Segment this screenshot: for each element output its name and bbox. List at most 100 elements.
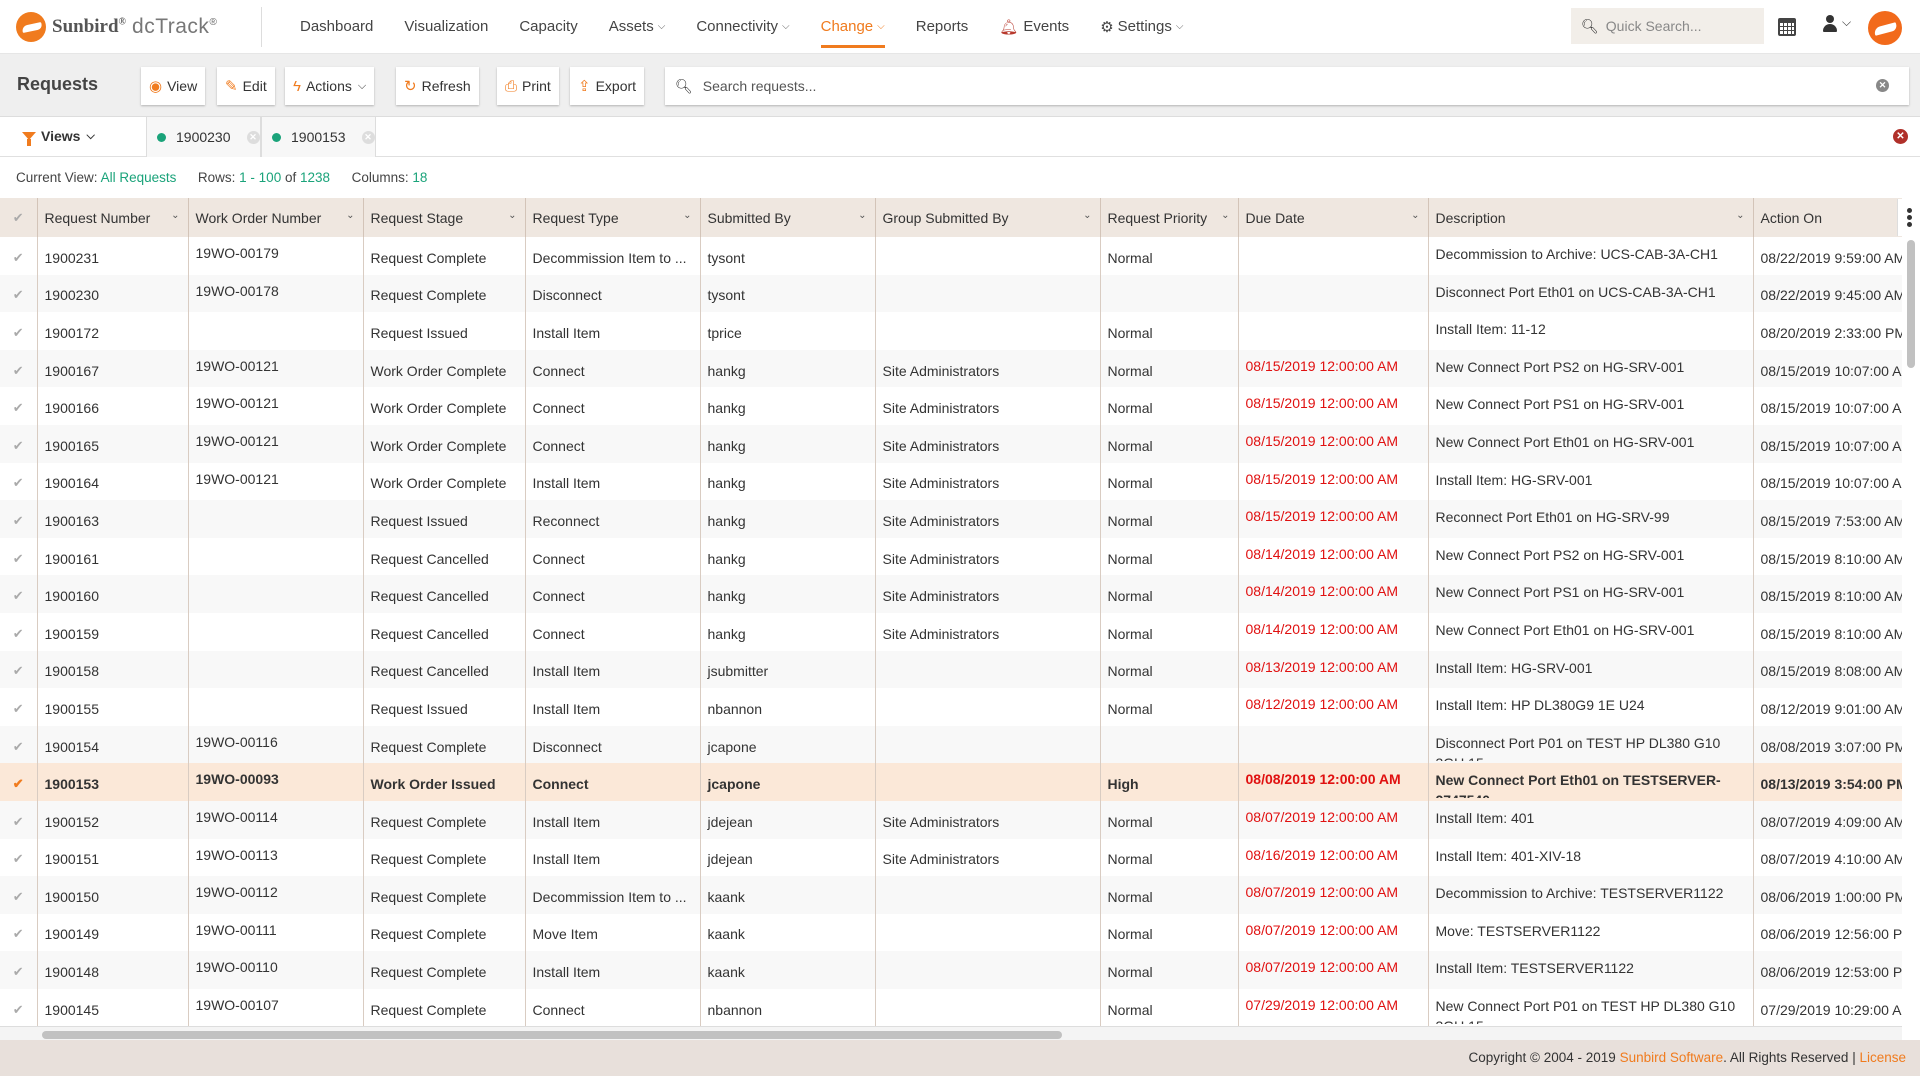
clear-search-icon[interactable]: ✕ [1876,79,1889,92]
table-row[interactable]: ✔ 1900166 19WO-00121 Work Order Complete Con… [0,387,1902,425]
table-row[interactable]: ✔ 1900163 Request Issued Reconnect hankg Site… [0,500,1902,538]
column-menu-chevron-icon[interactable]: ⌄ [1221,210,1229,221]
table-row[interactable]: ✔ 1900150 19WO-00112 Request Complete Decomm… [0,876,1902,914]
company-link[interactable]: Sunbird Software [1620,1050,1724,1065]
row-checkbox[interactable]: ✔ [0,274,38,313]
column-header-work-order-number[interactable]: Work Order Number ⌄ [188,198,364,237]
refresh-button[interactable]: ↻ Refresh [396,67,479,105]
table-row[interactable]: ✔ 1900231 19WO-00179 Request Complete Decomm… [0,237,1902,275]
column-header-submitted-by[interactable]: Submitted By ⌄ [700,198,876,237]
row-checkbox[interactable]: ✔ [0,650,38,689]
row-checkbox[interactable]: ✔ [0,500,38,538]
export-button[interactable]: ⇪ Export [570,67,645,105]
column-header-due-date[interactable]: Due Date ⌄ [1238,198,1429,237]
column-header-description[interactable]: Description ⌄ [1428,198,1754,237]
vertical-scrollbar[interactable] [1907,240,1915,368]
close-tab-icon[interactable]: ✕ [361,130,375,144]
nav-item-reports[interactable]: Reports [916,0,969,53]
column-menu-chevron-icon[interactable]: ⌄ [1411,210,1419,221]
column-header-request-type[interactable]: Request Type ⌄ [525,198,701,237]
column-menu-chevron-icon[interactable]: ⌄ [858,210,866,221]
quick-search[interactable]: 🔍︎ [1571,8,1764,44]
user-menu-chevron-down-icon[interactable]: ⌵ [1842,15,1851,30]
table-row[interactable]: ✔ 1900152 19WO-00114 Request Complete Instal… [0,800,1902,839]
row-checkbox[interactable]: ✔ [0,575,38,613]
column-menu-chevron-icon[interactable]: ⌄ [683,210,691,221]
nav-item-events[interactable]: 🔔︎ Events [999,0,1069,53]
open-tab[interactable]: 1900153 ✕ [261,117,376,157]
table-row[interactable]: ✔ 1900155 Request Issued Install Item nbanno… [0,688,1902,726]
table-row[interactable]: ✔ 1900159 Request Cancelled Connect hankg Sit… [0,612,1902,651]
column-menu-chevron-icon[interactable]: ⌄ [508,210,516,221]
nav-item-capacity[interactable]: Capacity [519,0,577,53]
row-checkbox[interactable]: ✔ [0,800,38,839]
row-checkbox[interactable]: ✔ [0,951,38,989]
row-checkbox[interactable]: ✔ [0,537,38,576]
table-row[interactable]: ✔ 1900160 Request Cancelled Connect hankg Sit… [0,575,1902,613]
license-link[interactable]: License [1859,1050,1906,1065]
row-checkbox[interactable]: ✔ [0,688,38,726]
column-menu-chevron-icon[interactable]: ⌄ [1736,210,1744,221]
table-row[interactable]: ✔ 1900230 19WO-00178 Request Complete Discon… [0,274,1902,313]
nav-item-settings[interactable]: ⚙ Settings ⌵ [1100,0,1183,53]
table-row[interactable]: ✔ 1900161 Request Cancelled Connect hankg Sit… [0,537,1902,576]
row-checkbox[interactable]: ✔ [0,424,38,463]
table-row[interactable]: ✔ 1900172 Request Issued Install Item tprice… [0,312,1902,350]
table-row[interactable]: ✔ 1900148 19WO-00110 Request Complete Instal… [0,951,1902,989]
column-header-request-number[interactable]: Request Number ⌄ [37,198,189,237]
table-row[interactable]: ✔ 1900153 19WO-00093 Work Order Issued Conne… [0,763,1902,801]
quick-search-input[interactable] [1605,18,1756,34]
row-checkbox[interactable]: ✔ [0,725,38,764]
row-checkbox[interactable]: ✔ [0,988,38,1026]
sunbird-avatar-icon[interactable] [1868,11,1902,45]
actions-button[interactable]: ϟ Actions ⌵ [285,67,375,105]
table-row[interactable]: ✔ 1900167 19WO-00121 Work Order Complete Con… [0,349,1902,388]
column-header-request-stage[interactable]: Request Stage ⌄ [363,198,526,237]
user-menu-icon[interactable] [1823,15,1837,32]
row-checkbox[interactable]: ✔ [0,838,38,877]
nav-item-assets[interactable]: Assets ⌵ [609,0,666,53]
view-button[interactable]: ◉ View [141,67,206,105]
current-view-value[interactable]: All Requests [101,170,177,185]
row-checkbox[interactable]: ✔ [0,612,38,651]
table-row[interactable]: ✔ 1900145 19WO-00107 Request Complete Connec… [0,988,1902,1026]
cell-work-order-number: 19WO-00112 [188,876,364,914]
print-button[interactable]: ⎙ Print [497,67,559,105]
column-menu-chevron-icon[interactable]: ⌄ [346,210,354,221]
open-tab[interactable]: 1900230 ✕ [146,117,261,157]
row-checkbox[interactable]: ✔ [0,763,38,801]
row-checkbox[interactable]: ✔ [0,876,38,914]
nav-item-dashboard[interactable]: Dashboard [300,0,373,53]
column-header-action-on[interactable]: Action On [1753,198,1902,237]
column-header-group-submitted-by[interactable]: Group Submitted By ⌄ [875,198,1101,237]
close-all-tabs-icon[interactable]: ✕ [1893,129,1908,144]
row-checkbox[interactable]: ✔ [0,237,38,275]
search-requests[interactable]: 🔍︎ ✕ [665,67,1909,105]
table-row[interactable]: ✔ 1900158 Request Cancelled Install Item jsu… [0,650,1902,689]
row-checkbox[interactable]: ✔ [0,312,38,350]
edit-button[interactable]: ✎ Edit [217,67,275,105]
horizontal-scrollbar[interactable] [42,1031,1062,1039]
column-options-icon[interactable] [1897,199,1920,236]
search-requests-input[interactable] [702,78,1853,94]
table-row[interactable]: ✔ 1900149 19WO-00111 Request Complete Move I… [0,913,1902,952]
table-row[interactable]: ✔ 1900165 19WO-00121 Work Order Complete Con… [0,424,1902,463]
column-menu-chevron-icon[interactable]: ⌄ [1083,210,1091,221]
views-dropdown[interactable]: Views ⌵ [22,128,95,146]
row-checkbox[interactable]: ✔ [0,462,38,501]
column-header-request-priority[interactable]: Request Priority ⌄ [1100,198,1239,237]
close-tab-icon[interactable]: ✕ [246,130,260,144]
select-all-checkbox[interactable]: ✔ [0,198,38,237]
row-checkbox[interactable]: ✔ [0,387,38,425]
nav-item-change[interactable]: Change ⌵ [820,0,885,53]
calendar-icon[interactable] [1778,18,1796,36]
nav-item-connectivity[interactable]: Connectivity ⌵ [696,0,789,53]
nav-item-visualization[interactable]: Visualization [404,0,488,53]
column-menu-chevron-icon[interactable]: ⌄ [171,210,179,221]
row-checkbox[interactable]: ✔ [0,349,38,388]
table-row[interactable]: ✔ 1900164 19WO-00121 Work Order Complete Ins… [0,462,1902,501]
table-row[interactable]: ✔ 1900154 19WO-00116 Request Complete Discon… [0,725,1902,764]
brand-logo[interactable]: Sunbird® dcTrack® [0,6,262,47]
table-row[interactable]: ✔ 1900151 19WO-00113 Request Complete Instal… [0,838,1902,877]
row-checkbox[interactable]: ✔ [0,913,38,952]
